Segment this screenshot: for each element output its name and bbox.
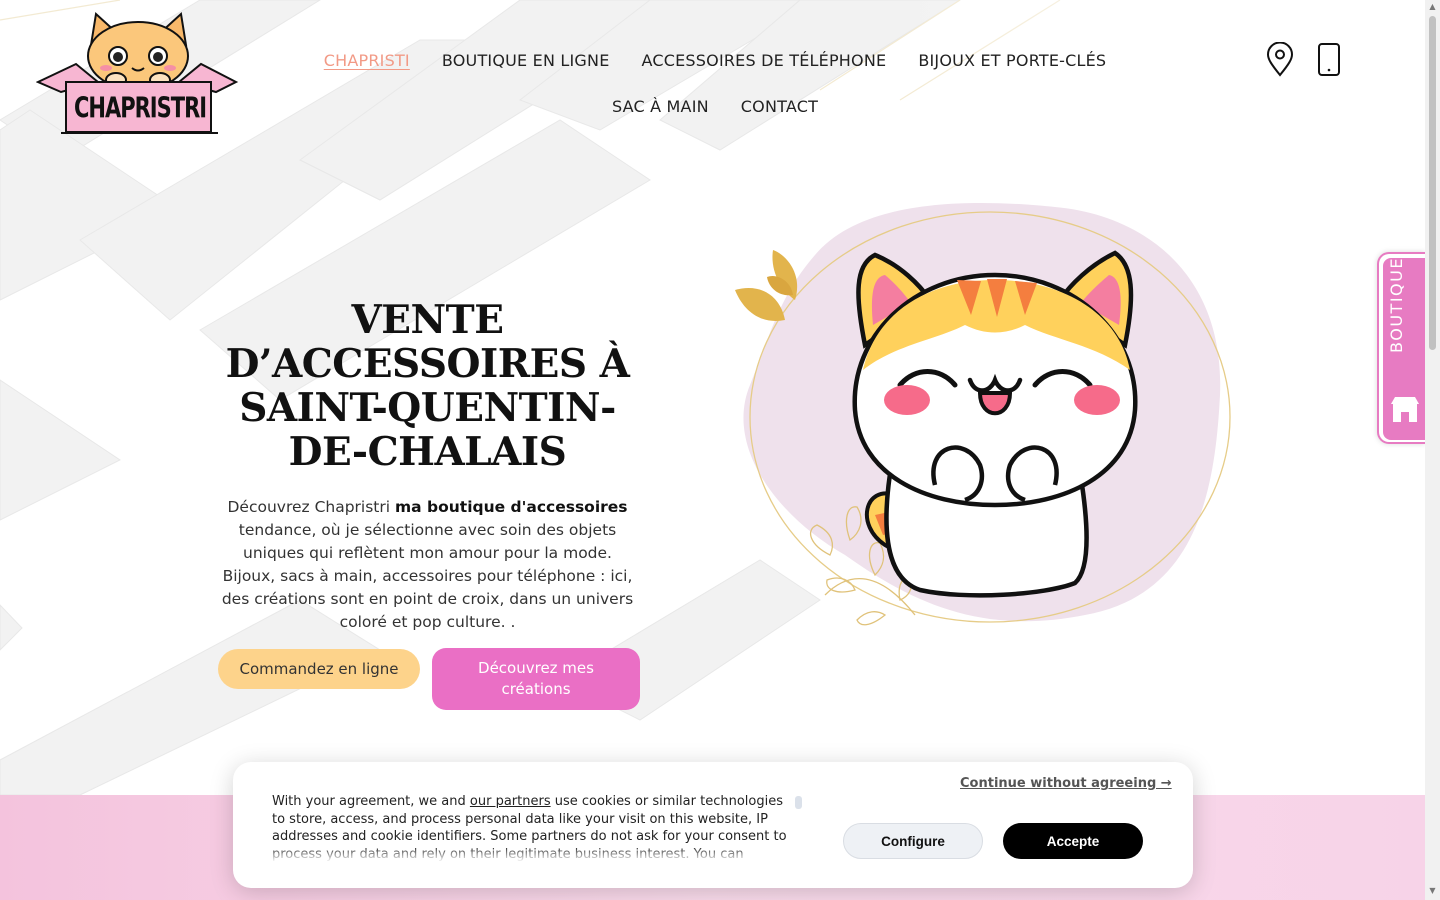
hero-text-bold: ma boutique d'accessoires (395, 498, 628, 516)
logo-text: CHAPRISTRI (74, 92, 207, 125)
nav-item-bijoux-porte-cles[interactable]: BIJOUX ET PORTE-CLÉS (902, 50, 1122, 72)
boutique-side-tab[interactable]: BOUTIQUE (1377, 252, 1425, 444)
nav-item-accessoires-telephone[interactable]: ACCESSOIRES DE TÉLÉPHONE (626, 50, 903, 72)
cookie-text-scrollbar[interactable] (795, 796, 802, 809)
cookie-consent-banner: With your agreement, we and our partners… (233, 762, 1193, 888)
hero-description: Découvrez Chapristri ma boutique d'acces… (215, 496, 640, 634)
cookie-text-start: With your agreement, we and (272, 794, 470, 809)
cookie-text-fade (272, 846, 792, 862)
continue-without-agreeing-link[interactable]: Continue without agreeing → (960, 776, 1172, 791)
location-pin-icon[interactable] (1263, 42, 1297, 78)
discover-creations-button[interactable]: Découvrez mes créations (432, 648, 640, 710)
hero-title: VENTE D’ACCESSOIRES À SAINT-QUENTIN-DE-C… (225, 297, 630, 475)
nav-item-contact[interactable]: CONTACT (725, 96, 834, 118)
scroll-up-arrow-icon[interactable]: ▲ (1428, 3, 1437, 11)
nav-item-chapristi[interactable]: CHAPRISTI (308, 50, 426, 72)
scrollbar-thumb[interactable] (1429, 16, 1436, 350)
shop-icon (1391, 397, 1419, 422)
hero-text-start: Découvrez Chapristri (227, 498, 395, 516)
partners-link[interactable]: our partners (470, 794, 551, 809)
accept-button[interactable]: Accepte (1003, 823, 1143, 859)
side-tab-inner: BOUTIQUE (1383, 257, 1425, 440)
page: CHAPRISTRI CHAPRISTI BOUTIQUE EN LIGNE A… (0, 0, 1425, 900)
nav-item-sac-a-main[interactable]: SAC À MAIN (596, 96, 725, 118)
order-online-button[interactable]: Commandez en ligne (218, 649, 420, 689)
hero-text-end: tendance, où je sélectionne avec soin de… (221, 521, 634, 631)
smartphone-icon[interactable] (1312, 42, 1346, 78)
configure-button[interactable]: Configure (843, 823, 983, 859)
site-logo[interactable]: CHAPRISTRI (35, 10, 241, 138)
site-header: CHAPRISTRI CHAPRISTI BOUTIQUE EN LIGNE A… (0, 0, 1425, 150)
kawaii-cat-illustration (735, 202, 1231, 626)
scroll-down-arrow-icon[interactable]: ▼ (1428, 887, 1437, 895)
nav-item-boutique-en-ligne[interactable]: BOUTIQUE EN LIGNE (426, 50, 626, 72)
page-scrollbar[interactable]: ▲ ▼ (1425, 0, 1440, 900)
main-nav: CHAPRISTI BOUTIQUE EN LIGNE ACCESSOIRES … (300, 50, 1130, 118)
side-tab-label: BOUTIQUE (1387, 257, 1406, 353)
